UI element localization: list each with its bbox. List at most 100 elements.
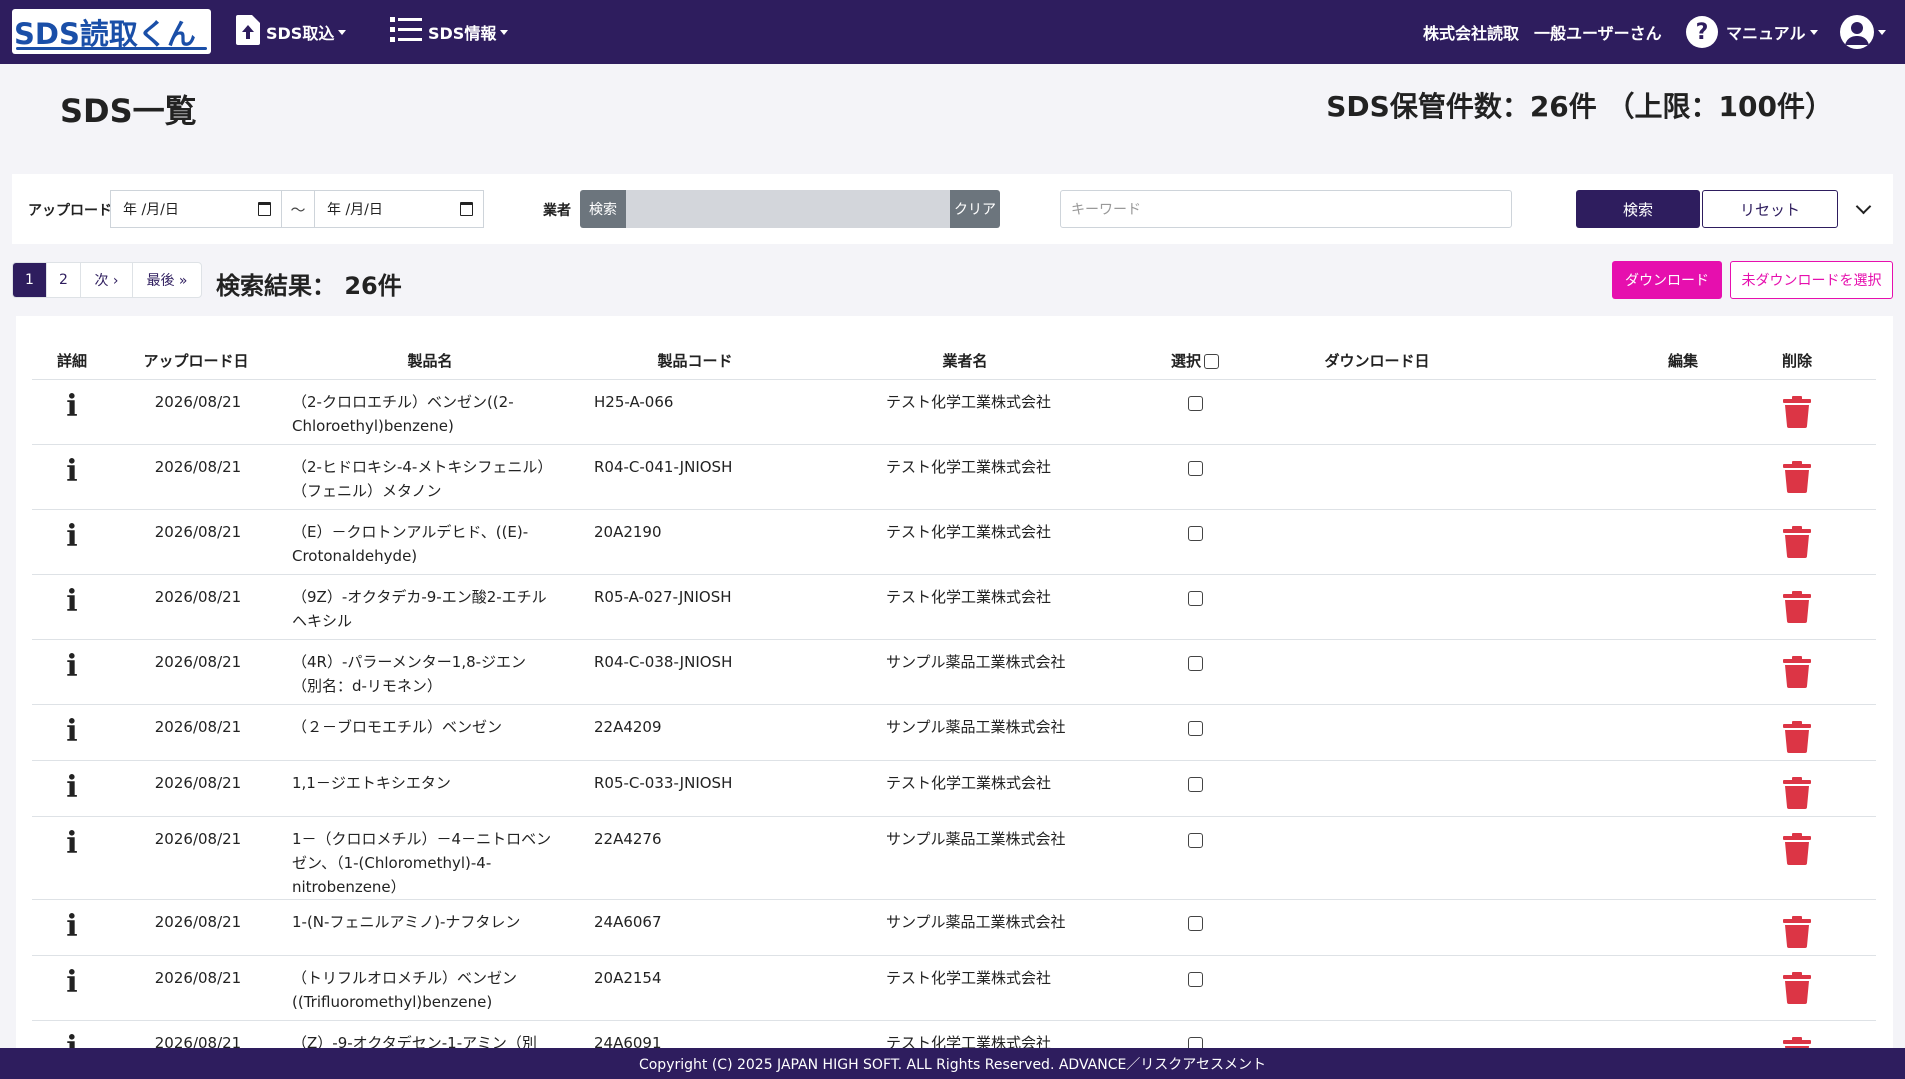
row-select-checkbox[interactable] (1187, 971, 1203, 987)
user-menu[interactable] (1840, 0, 1886, 64)
row-select-checkbox[interactable] (1187, 832, 1203, 848)
search-button[interactable]: 検索 (1576, 190, 1700, 228)
download-button[interactable]: ダウンロード (1612, 261, 1722, 299)
info-icon[interactable]: i (66, 586, 77, 617)
info-icon[interactable]: i (66, 391, 77, 422)
select-cell (1120, 574, 1270, 640)
info-icon[interactable]: i (66, 911, 77, 942)
table-row: i 2026/08/21 （4R）-パラーメンター1,8-ジエン（別名：d-リモネン… (32, 639, 1876, 705)
info-cell: i (32, 899, 112, 956)
page-link-1[interactable]: 1 (13, 263, 47, 297)
trash-icon[interactable] (1783, 915, 1811, 955)
date-from-placeholder: 年 /月/日 (123, 202, 179, 218)
info-icon[interactable]: i (66, 456, 77, 487)
row-select-checkbox[interactable] (1187, 525, 1203, 541)
page-next[interactable]: 次 › (81, 263, 133, 297)
select-cell (1120, 899, 1270, 956)
col-product-name[interactable]: 製品名 (280, 342, 580, 380)
info-cell: i (32, 955, 112, 1021)
delete-cell (1718, 1020, 1876, 1049)
info-cell: i (32, 444, 112, 510)
logo-underline (16, 47, 207, 50)
trash-icon[interactable] (1783, 655, 1811, 695)
reset-button[interactable]: リセット (1702, 190, 1838, 228)
col-upload-date[interactable]: アップロード日 (112, 342, 280, 380)
col-vendor-name[interactable]: 業者名 (810, 342, 1120, 380)
calendar-icon[interactable] (460, 202, 473, 216)
trash-icon[interactable] (1783, 776, 1811, 816)
info-icon[interactable]: i (66, 651, 77, 682)
date-to-input[interactable]: 年 /月/日 (314, 190, 484, 228)
date-from-input[interactable]: 年 /月/日 (110, 190, 282, 228)
edit-cell (1484, 444, 1718, 510)
download-date-cell (1270, 639, 1484, 705)
app-logo[interactable]: SDS読取くん (12, 9, 211, 54)
product-code-cell: R04-C-041-JNIOSH (580, 444, 810, 510)
select-undownloaded-button[interactable]: 未ダウンロードを選択 (1730, 261, 1893, 299)
keyword-input[interactable]: キーワード (1060, 190, 1512, 228)
trash-icon[interactable] (1783, 590, 1811, 630)
col-product-code[interactable]: 製品コード (580, 342, 810, 380)
select-all-checkbox[interactable] (1204, 353, 1219, 369)
info-cell: i (32, 509, 112, 575)
table-row: i 2026/08/21 （2-クロロエチル）ベンゼン((2-Chloroethyl… (32, 379, 1876, 445)
row-select-checkbox[interactable] (1187, 720, 1203, 736)
col-delete: 削除 (1718, 342, 1876, 380)
table-row: i 2026/08/21 1－（クロロメチル）－4－ニトロベンゼン、（1-(Chlo… (32, 816, 1876, 900)
info-cell: i (32, 639, 112, 705)
trash-icon[interactable] (1783, 832, 1811, 872)
upload-date-cell: 2026/08/21 (112, 379, 280, 445)
calendar-icon[interactable] (258, 202, 271, 216)
nav-sds-info[interactable]: SDS情報 (390, 0, 509, 64)
vendor-cell: サンプル薬品工業株式会社 (810, 899, 1120, 956)
trash-icon[interactable] (1783, 395, 1811, 435)
delete-cell (1718, 444, 1876, 510)
info-cell: i (32, 1020, 112, 1049)
delete-cell (1718, 899, 1876, 956)
info-icon[interactable]: i (66, 772, 77, 803)
chevron-down-icon (1878, 29, 1886, 35)
edit-cell (1484, 955, 1718, 1021)
download-date-cell (1270, 509, 1484, 575)
upload-date-cell: 2026/08/21 (112, 574, 280, 640)
select-cell (1120, 816, 1270, 900)
product-code-cell: R05-C-033-JNIOSH (580, 760, 810, 817)
row-select-checkbox[interactable] (1187, 460, 1203, 476)
info-icon[interactable]: i (66, 716, 77, 747)
upload-date-cell: 2026/08/21 (112, 704, 280, 761)
row-select-checkbox[interactable] (1187, 915, 1203, 931)
result-count: 検索結果： 26件 (216, 272, 402, 300)
download-date-cell (1270, 955, 1484, 1021)
nav-manual-label: マニュアル (1726, 24, 1806, 43)
page-link-2[interactable]: 2 (47, 263, 81, 297)
info-icon[interactable]: i (66, 521, 77, 552)
col-download-date[interactable]: ダウンロード日 (1270, 342, 1484, 380)
edit-cell (1484, 574, 1718, 640)
chevron-down-icon[interactable] (1855, 198, 1872, 215)
vendor-search-button[interactable]: 検索 (580, 190, 626, 228)
product-code-cell: 20A2190 (580, 509, 810, 575)
row-select-checkbox[interactable] (1187, 395, 1203, 411)
trash-icon[interactable] (1783, 720, 1811, 760)
page-last[interactable]: 最後 » (133, 263, 201, 297)
vendor-cell: テスト化学工業株式会社 (810, 760, 1120, 817)
delete-cell (1718, 639, 1876, 705)
row-select-checkbox[interactable] (1187, 655, 1203, 671)
nav-manual[interactable]: ? マニュアル (1686, 0, 1818, 64)
row-select-checkbox[interactable] (1187, 776, 1203, 792)
delete-cell (1718, 760, 1876, 817)
nav-sds-import[interactable]: SDS取込 (236, 0, 347, 64)
info-icon[interactable]: i (66, 967, 77, 998)
vendor-clear-button[interactable]: クリア (950, 190, 1000, 228)
info-icon[interactable]: i (66, 828, 77, 859)
col-select: 選択 (1120, 342, 1270, 380)
trash-icon[interactable] (1783, 971, 1811, 1011)
vendor-cell: テスト化学工業株式会社 (810, 379, 1120, 445)
info-icon[interactable]: i (66, 1032, 77, 1049)
product-name-cell: 1,1－ジエトキシエタン (280, 760, 580, 817)
trash-icon[interactable] (1783, 525, 1811, 565)
trash-icon[interactable] (1783, 460, 1811, 500)
download-date-cell (1270, 704, 1484, 761)
table-header-row: 詳細 アップロード日 製品名 製品コード 業者名 選択 ダウンロード日 編集 削… (32, 342, 1876, 380)
row-select-checkbox[interactable] (1187, 590, 1203, 606)
